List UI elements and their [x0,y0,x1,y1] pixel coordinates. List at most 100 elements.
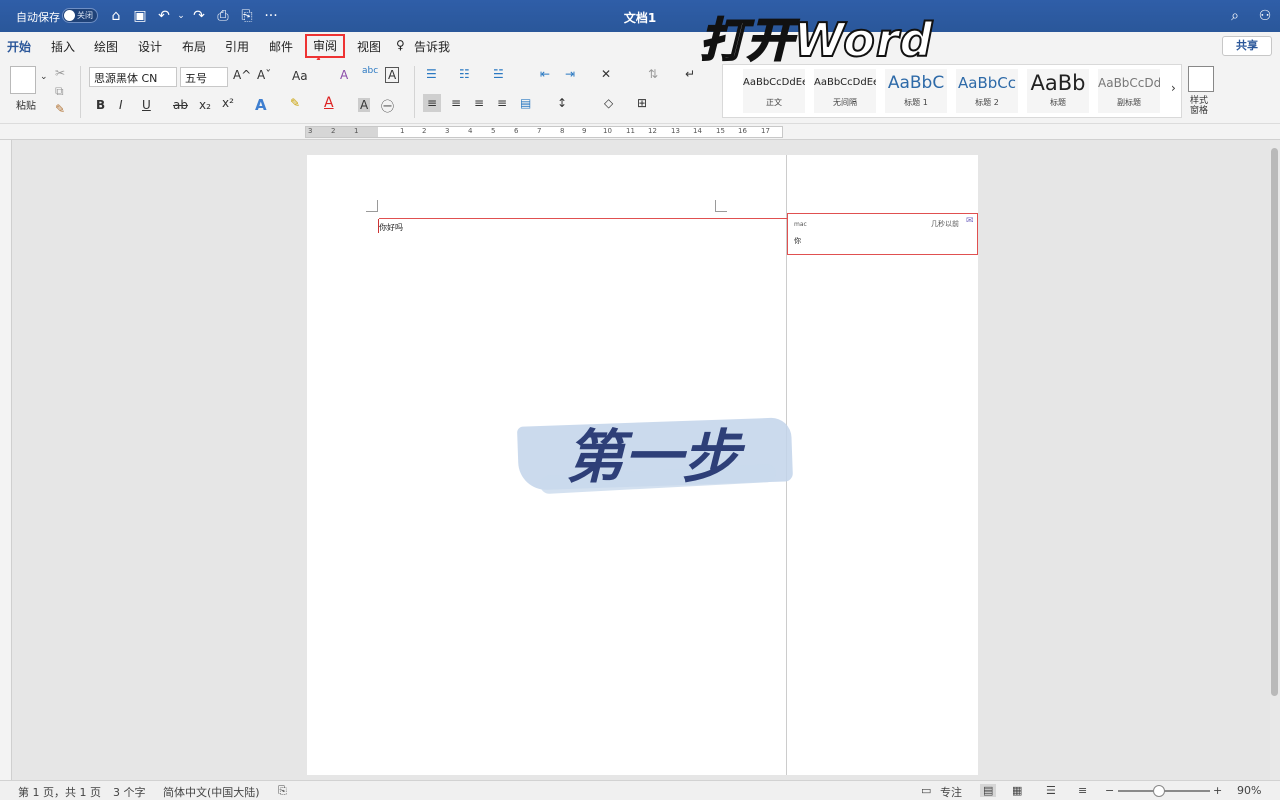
style-preview: AaBbCcDdEe [814,77,876,88]
paste-dropdown-icon[interactable]: ⌄ [40,72,48,82]
style-heading-2[interactable]: AaBbCc 标题 2 [956,69,1018,113]
enclose-char-icon[interactable]: ㊀ [381,96,394,115]
numbering-icon[interactable]: ☷ [459,67,470,81]
chinese-layout-icon[interactable]: ✕ [601,67,611,81]
line-spacing-icon[interactable]: ↕ [557,96,567,110]
text-effects-icon[interactable]: A [255,96,267,114]
styles-pane-label[interactable]: 样式 窗格 [1190,96,1208,116]
tell-me-search[interactable]: 告诉我 [414,38,450,55]
track-changes-icon[interactable]: ⎘ [278,784,287,798]
subscript-button[interactable]: x₂ [199,98,211,112]
comment-reply-icon[interactable]: ✉ [966,216,974,226]
style-no-spacing[interactable]: AaBbCcDdEe 无间隔 [814,69,876,113]
vertical-scrollbar[interactable] [1271,148,1278,696]
lightbulb-icon: ♀ [396,38,405,52]
borders-icon[interactable]: ⊞ [637,96,647,110]
word-count[interactable]: 3 个字 [113,784,146,800]
superscript-button[interactable]: x² [222,96,234,110]
ribbon-toolbar: ⌄ 粘贴 ✂ ⧉ ✎ 思源黑体 CN 五号 A^ Aˇ Aa A abc A B… [0,60,1280,124]
ruler-left-margin [306,127,378,137]
tab-mailings[interactable]: 邮件 [269,38,293,55]
change-case-button[interactable]: Aa [292,69,308,83]
grow-font-button[interactable]: A^ [233,68,251,82]
show-marks-icon[interactable]: ↵ [685,67,695,81]
ruler-number: 10 [603,127,612,135]
draft-view-icon[interactable]: ≡ [1078,784,1087,797]
ruler-bar: 3 2 1 1 2 3 4 5 6 7 8 9 10 11 12 13 14 1… [305,126,783,138]
ruler-number: 7 [537,127,542,135]
print-layout-icon[interactable]: ▤ [980,784,997,797]
language-indicator[interactable]: 简体中文(中国大陆) [163,784,260,800]
zoom-in-button[interactable]: + [1213,784,1222,797]
char-border-icon[interactable]: A [385,67,400,83]
phonetic-guide-icon[interactable]: abc [362,66,378,76]
vertical-ruler[interactable] [0,140,12,780]
ruler-number: 4 [468,127,473,135]
zoom-slider-knob[interactable] [1153,785,1165,797]
comment-balloon[interactable]: mac 几秒以前 ✉ 你 [787,213,978,255]
font-color-icon[interactable]: A [324,95,334,111]
italic-button[interactable]: I [119,98,123,112]
style-heading-1[interactable]: AaBbC 标题 1 [885,69,947,113]
cut-icon[interactable]: ✂ [55,66,65,80]
divider [80,66,81,118]
styles-pane-icon[interactable] [1188,66,1214,92]
align-left-icon[interactable]: ≡ [423,94,442,112]
style-preview: AaBbC [887,73,945,93]
document-body-text[interactable]: 你好吗 [379,222,403,233]
reading-mode-icon[interactable]: ▦ [1012,784,1022,797]
tab-view[interactable]: 视图 [357,38,381,55]
focus-icon[interactable]: ▭ [921,784,931,797]
clear-format-icon[interactable]: A [340,68,348,82]
style-subtitle[interactable]: AaBbCcDd 副标题 [1098,69,1160,113]
focus-button[interactable]: 专注 [940,784,962,800]
account-icon[interactable]: ⚇ [1256,7,1274,25]
comment-connector [379,218,787,219]
paste-label: 粘贴 [16,101,36,112]
underline-button[interactable]: U [142,98,151,112]
tab-draw[interactable]: 绘图 [94,38,118,55]
zoom-out-button[interactable]: − [1105,784,1114,797]
ruler-number: 5 [491,127,496,135]
tab-references[interactable]: 引用 [225,38,249,55]
font-size-select[interactable]: 五号 [180,67,228,87]
tab-insert[interactable]: 插入 [51,38,75,55]
ruler-number: 1 [400,127,405,135]
distribute-icon[interactable]: ▤ [520,96,531,110]
highlight-icon[interactable]: ✎ [290,96,300,110]
zoom-level[interactable]: 90% [1237,784,1261,797]
ruler-number: 3 [308,127,313,135]
align-center-icon[interactable]: ≡ [451,96,461,110]
style-name: 正文 [766,98,782,107]
tab-layout[interactable]: 布局 [182,38,206,55]
font-name-select[interactable]: 思源黑体 CN [89,67,177,87]
sort-icon[interactable]: ⇅ [648,67,658,81]
copy-icon[interactable]: ⧉ [55,84,64,99]
strikethrough-button[interactable]: ab [173,98,188,112]
justify-icon[interactable]: ≡ [497,96,507,110]
share-button[interactable]: 共享 [1222,36,1272,56]
page-count[interactable]: 第 1 页，共 1 页 [18,784,101,800]
horizontal-ruler[interactable]: 3 2 1 1 2 3 4 5 6 7 8 9 10 11 12 13 14 1… [0,124,1280,140]
char-shading-icon[interactable]: A [358,98,371,112]
increase-indent-icon[interactable]: ⇥ [565,67,575,81]
search-icon[interactable]: ⌕ [1226,7,1244,25]
shrink-font-button[interactable]: Aˇ [257,68,271,82]
shading-icon[interactable]: ◇ [604,96,613,110]
style-normal[interactable]: AaBbCcDdEe 正文 [743,69,805,113]
multilevel-list-icon[interactable]: ☱ [493,67,504,81]
bullets-icon[interactable]: ☰ [426,67,437,81]
styles-more-button[interactable]: › [1171,81,1176,95]
ribbon-tabs: 开始 插入 绘图 设计 布局 引用 邮件 审阅 视图 ♀ 告诉我 共享 [0,32,1280,60]
decrease-indent-icon[interactable]: ⇤ [540,67,550,81]
outline-view-icon[interactable]: ☰ [1046,784,1056,797]
style-preview: AaBbCc [958,74,1016,92]
comment-timestamp: 几秒以前 [931,220,959,228]
tab-home[interactable]: 开始 [7,38,31,55]
bold-button[interactable]: B [96,98,105,112]
paste-icon[interactable] [10,66,36,94]
align-right-icon[interactable]: ≡ [474,96,484,110]
tab-design[interactable]: 设计 [138,38,162,55]
style-title[interactable]: AaBb 标题 [1027,69,1089,113]
format-painter-icon[interactable]: ✎ [55,102,65,116]
